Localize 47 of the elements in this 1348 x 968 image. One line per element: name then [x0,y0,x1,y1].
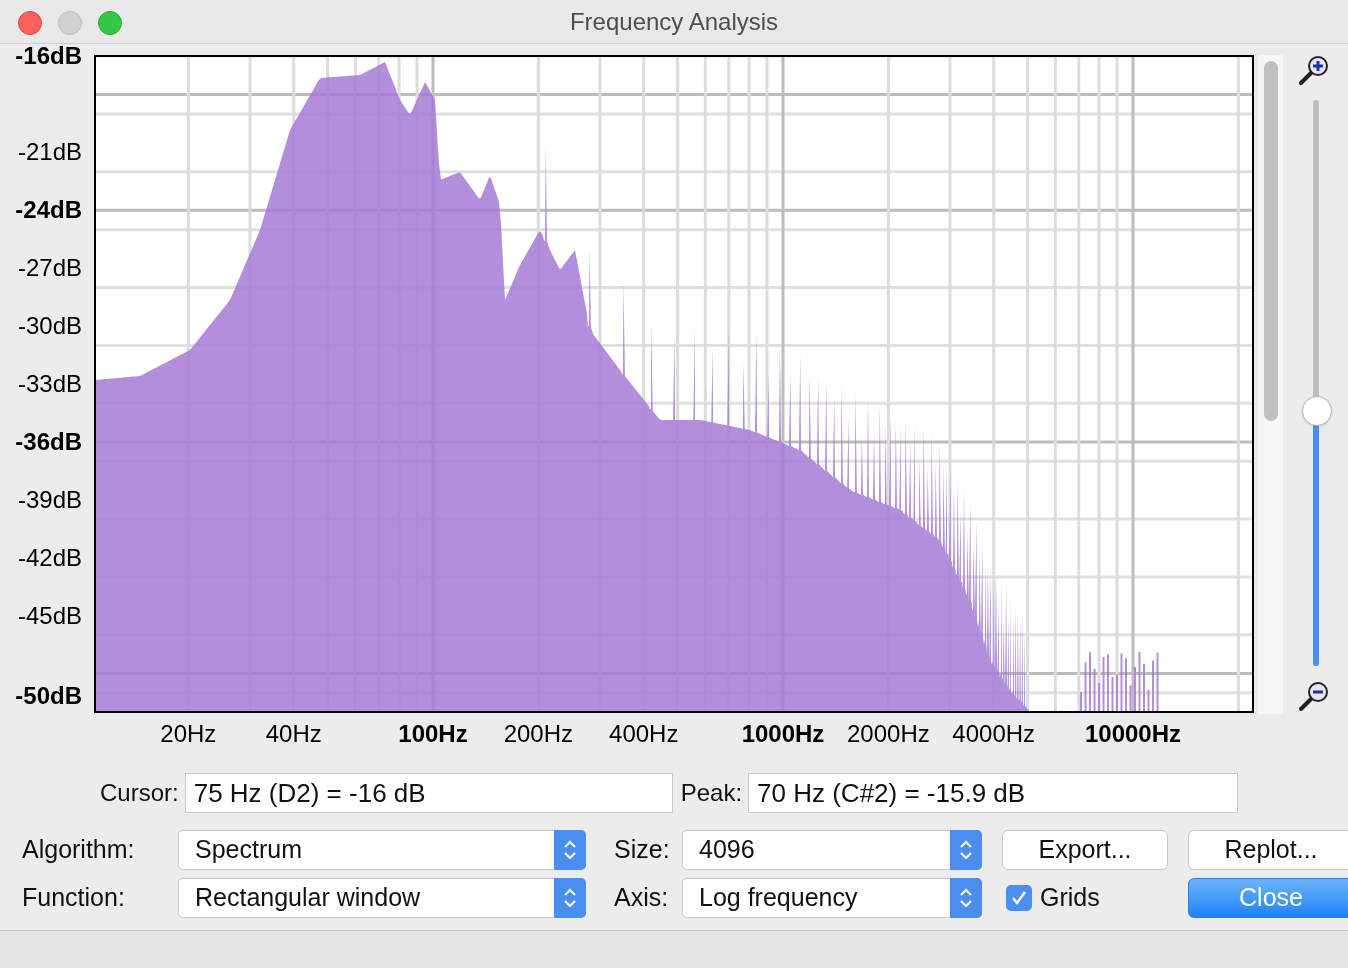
zoom-slider-track[interactable] [1302,100,1330,666]
stepper-icon [554,830,586,870]
size-label: Size: [613,834,671,866]
axis-label: Axis: [613,882,670,914]
x-axis-label: 400Hz [609,722,679,746]
window-title: Frequency Analysis [569,6,779,37]
grids-checkbox[interactable] [1006,885,1032,911]
x-axis-label: 1000Hz [741,722,825,746]
peak-label: Peak: [680,778,743,808]
y-axis-label: -50dB [15,684,82,708]
zoom-slider-thumb[interactable] [1302,396,1332,427]
x-axis-label: 2000Hz [847,722,930,746]
y-axis-label: -36dB [15,429,82,454]
close-window-icon[interactable] [18,11,42,35]
stepper-icon [950,878,982,918]
peak-field: 70 Hz (C#2) = -15.9 dB [748,773,1239,813]
y-axis-label: -16dB [15,44,82,68]
function-label: Function: [22,882,126,914]
y-axis-label: -45dB [17,603,82,628]
cursor-field: 75 Hz (D2) = -16 dB [184,773,673,813]
replot-button[interactable]: Replot... [1188,830,1348,870]
x-axis-label: 40Hz [265,722,322,746]
export-button[interactable]: Export... [1002,830,1168,870]
y-axis-label: -42dB [17,545,82,570]
stepper-icon [950,830,982,870]
y-axis-label: -24dB [15,198,82,223]
grids-label: Grids [1040,882,1100,914]
zoom-window-icon[interactable] [98,11,122,35]
algorithm-dropdown[interactable]: Spectrum [178,830,586,870]
stepper-icon [554,878,586,918]
x-axis-label: 100Hz [398,722,468,746]
y-axis-label: -30dB [17,314,82,339]
x-axis-label: 200Hz [503,722,574,746]
scrollbar-thumb[interactable] [1263,61,1278,421]
y-axis-label: -21dB [17,140,82,165]
axis-dropdown[interactable]: Log frequency [682,878,982,918]
cursor-label: Cursor: [100,778,179,808]
x-axis-label: 4000Hz [952,722,1036,746]
y-axis-label: -27dB [17,256,82,281]
y-axis-label: -33dB [17,372,82,396]
y-axis-label: -39dB [17,487,82,512]
x-axis-label: 10000Hz [1084,722,1182,746]
function-dropdown[interactable]: Rectangular window [178,878,586,918]
size-dropdown[interactable]: 4096 [682,830,982,870]
x-axis-label: 20Hz [160,722,217,746]
checkmark-icon [1010,889,1028,907]
algorithm-label: Algorithm: [22,834,136,866]
